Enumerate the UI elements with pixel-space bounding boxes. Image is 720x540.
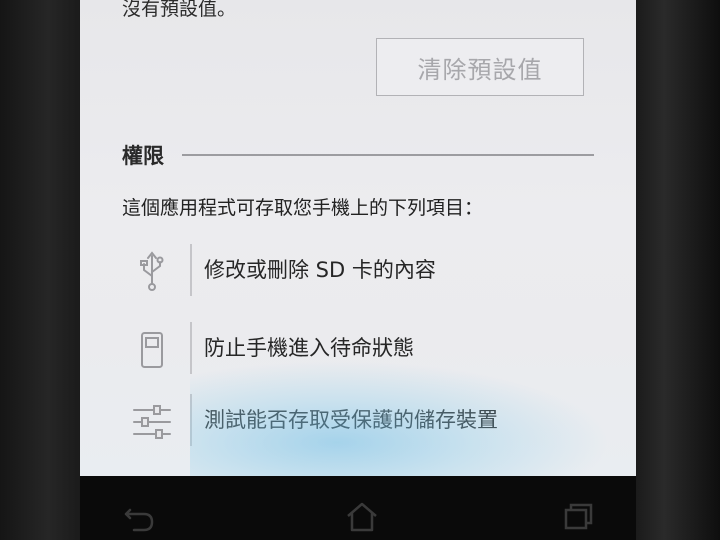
permission-label: 測試能否存取受保護的儲存裝置	[204, 408, 498, 432]
permissions-section-title: 權限	[122, 144, 164, 168]
permission-separator	[190, 244, 192, 296]
permission-item[interactable]: 測試能否存取受保護的儲存裝置	[122, 392, 592, 450]
permission-item[interactable]: 修改或刪除 SD 卡的內容	[122, 242, 592, 300]
clear-defaults-button[interactable]: 清除預設值	[376, 38, 584, 96]
permission-separator	[190, 322, 192, 374]
home-icon[interactable]	[342, 496, 382, 536]
phone-device-icon	[141, 332, 163, 368]
recent-apps-icon[interactable]	[558, 496, 598, 536]
back-icon[interactable]	[120, 496, 160, 536]
permissions-description: 這個應用程式可存取您手機上的下列項目：	[122, 197, 484, 219]
section-divider	[182, 154, 594, 156]
permission-item[interactable]: 防止手機進入待命狀態	[122, 320, 592, 378]
permission-label: 防止手機進入待命狀態	[204, 336, 414, 360]
settings-sliders-icon	[133, 405, 171, 439]
permission-label: 修改或刪除 SD 卡的內容	[204, 258, 436, 282]
navigation-bar	[80, 476, 636, 540]
defaults-status-text: 沒有預設值。	[122, 0, 237, 20]
device-bezel-left	[0, 0, 80, 540]
app-info-screen: 沒有預設值。 清除預設值 權限 這個應用程式可存取您手機上的下列項目： 修改或刪…	[80, 0, 636, 476]
usb-storage-icon	[140, 251, 164, 291]
permission-separator	[190, 394, 192, 446]
device-bezel-right	[634, 0, 720, 540]
